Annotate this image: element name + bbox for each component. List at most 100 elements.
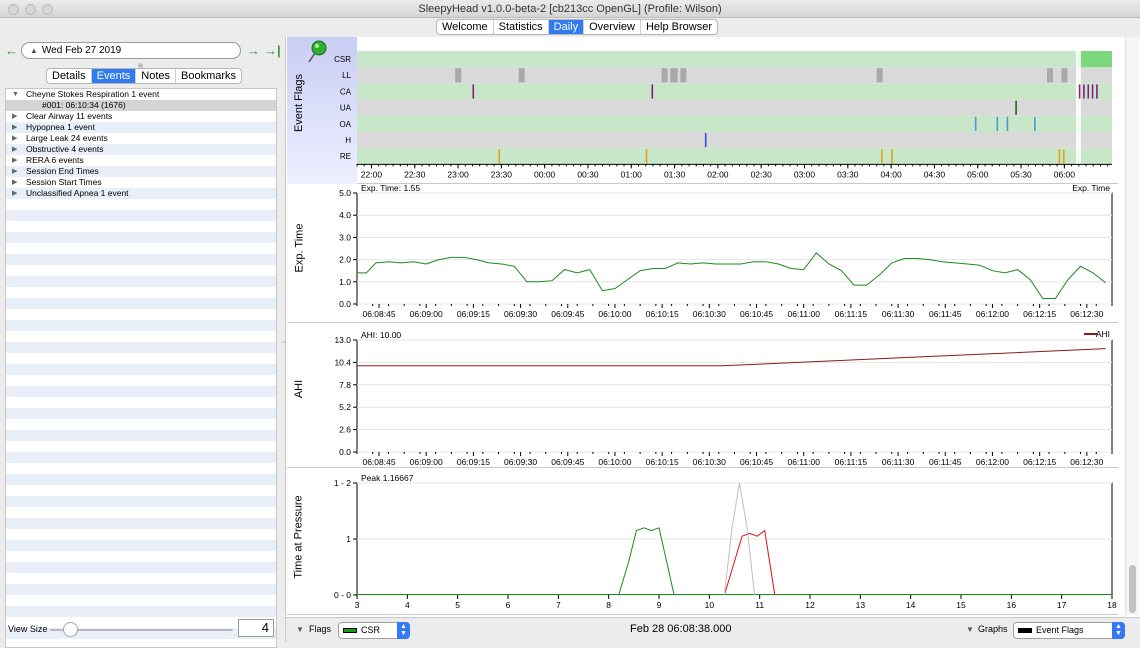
flags-combo[interactable]: CSR ▲ ▼ xyxy=(338,622,410,639)
flag-row-label: UA xyxy=(340,104,352,113)
list-item[interactable]: ▶ Session End Times xyxy=(6,166,276,177)
tab-daily[interactable]: Daily xyxy=(548,20,585,34)
collapsed-triangle-icon[interactable]: ▶ xyxy=(12,188,17,199)
graphs-label: Graphs xyxy=(978,624,1008,634)
combo-stepper-icon[interactable]: ▲ ▼ xyxy=(397,622,410,639)
x-tick-label: 06:09:00 xyxy=(410,457,443,467)
view-size-value[interactable]: 4 xyxy=(238,619,274,637)
x-tick-label: 06:10:00 xyxy=(598,457,631,467)
x-tick-label: 16 xyxy=(1007,600,1017,610)
flag-event-mark xyxy=(518,68,525,83)
list-item[interactable]: ▼ Cheyne Stokes Respiration 1 event xyxy=(6,89,276,100)
flags-tick-label: 05:00 xyxy=(967,169,989,179)
flags-tick-label: 04:00 xyxy=(880,169,902,179)
collapsed-triangle-icon[interactable]: ▶ xyxy=(12,166,17,177)
flag-row-band xyxy=(357,83,1112,100)
flag-event-mark xyxy=(645,149,648,164)
flag-event-mark xyxy=(881,149,883,164)
flag-event-mark xyxy=(1083,84,1085,99)
list-item[interactable]: ▶ Clear Airway 11 events xyxy=(6,111,276,122)
graphs-combo[interactable]: Event Flags ▲ ▼ xyxy=(1013,622,1125,639)
tab-overview[interactable]: Overview xyxy=(584,20,641,34)
ahi-panel: AHI 13.0 10.4 7.8 5.2 2.6 0.0 06:08:45 06:09:00… xyxy=(287,324,1118,468)
list-item[interactable]: ▶ Obstructive 4 events xyxy=(6,144,276,155)
time-at-pressure-chart[interactable]: 1 - 2 1 0 - 0 3 4 5 6 7 8 9 10 11 12 13 14 15 16 17 18 Peak… xyxy=(287,469,1118,615)
collapsed-triangle-icon[interactable]: ▶ xyxy=(12,111,17,122)
tab-details[interactable]: Details xyxy=(47,69,92,83)
date-picker[interactable]: ▲ Wed Feb 27 2019 xyxy=(21,42,241,59)
tab-bookmarks[interactable]: Bookmarks xyxy=(176,69,241,83)
flag-row-band xyxy=(357,132,1112,149)
left-pane: ← ▲ Wed Feb 27 2019 → →| Details Events N… xyxy=(0,37,285,648)
csr-event-mark xyxy=(1078,51,1112,68)
tab-events[interactable]: Events xyxy=(91,69,137,83)
graphs-disclosure-icon[interactable]: ▼ xyxy=(966,625,974,634)
event-list[interactable]: ▼ Cheyne Stokes Respiration 1 event #001:… xyxy=(5,88,277,648)
view-size-slider-knob[interactable] xyxy=(63,622,78,637)
flags-tick-label: 03:00 xyxy=(794,169,816,179)
list-item[interactable]: ▶ Large Leak 24 events xyxy=(6,133,276,144)
expanded-triangle-icon[interactable]: ▼ xyxy=(12,89,19,100)
collapsed-triangle-icon[interactable]: ▶ xyxy=(12,133,17,144)
tab-help-browser[interactable]: Help Browser xyxy=(641,20,717,34)
x-tick-label: 6 xyxy=(506,600,511,610)
exp-time-chart[interactable]: 5.0 4.0 3.0 2.0 1.0 0.0 06:08:45 06:09:00 06:09:… xyxy=(287,185,1118,323)
x-tick-label: 8 xyxy=(606,600,611,610)
collapsed-triangle-icon[interactable]: ▶ xyxy=(12,177,17,188)
series-line xyxy=(723,530,776,596)
y-tick-label: 2.6 xyxy=(339,425,351,435)
y-tick-label: 1 xyxy=(346,534,351,544)
bottom-bar: ▼ Flags CSR ▲ ▼ Feb 28 06:08:38.000 ▼ Gra… xyxy=(286,617,1140,642)
x-tick-label: 4 xyxy=(405,600,410,610)
x-tick-label: 06:10:00 xyxy=(598,309,631,319)
close-window-button[interactable] xyxy=(8,4,19,15)
tab-notes[interactable]: Notes xyxy=(136,69,177,83)
event-flags-chart[interactable]: CSR LL CA UA OA H RE 22:00 22:30 23:00 23:30 00:00 0… xyxy=(287,37,1118,184)
x-tick-label: 06:09:15 xyxy=(457,309,490,319)
tab-welcome[interactable]: Welcome xyxy=(437,20,494,34)
calendar-toggle-icon[interactable]: ▲ xyxy=(30,46,38,55)
y-tick-label: 0.0 xyxy=(339,447,351,457)
arrow-to-end-icon[interactable]: →| xyxy=(264,43,281,58)
x-tick-label: 06:10:45 xyxy=(740,457,773,467)
chart-note: Exp. Time: 1.55 xyxy=(361,185,420,193)
flag-row-label: H xyxy=(345,136,351,145)
arrow-right-icon[interactable]: → xyxy=(247,43,260,58)
x-tick-label: 06:10:15 xyxy=(646,309,679,319)
list-item[interactable]: ▶ Session Start Times xyxy=(6,177,276,188)
flag-event-mark xyxy=(1061,68,1068,83)
y-tick-label: 0.0 xyxy=(339,299,351,309)
flag-event-mark xyxy=(455,68,462,83)
flags-disclosure-icon[interactable]: ▼ xyxy=(296,625,304,634)
scrollbar-thumb[interactable] xyxy=(1129,565,1136,613)
flag-event-mark xyxy=(1091,84,1094,99)
x-tick-label: 06:12:00 xyxy=(976,309,1009,319)
y-tick-label: 5.2 xyxy=(339,402,351,412)
collapsed-triangle-icon[interactable]: ▶ xyxy=(12,144,17,155)
x-tick-label: 06:09:15 xyxy=(457,457,490,467)
combo-stepper-icon[interactable]: ▲ ▼ xyxy=(1112,622,1125,639)
collapsed-triangle-icon[interactable]: ▶ xyxy=(12,122,17,133)
flag-event-mark xyxy=(651,84,654,99)
zoom-window-button[interactable] xyxy=(42,4,53,15)
tab-statistics[interactable]: Statistics xyxy=(494,20,549,34)
x-tick-label: 06:11:00 xyxy=(787,309,820,319)
list-item[interactable]: ▶ Hypopnea 1 event xyxy=(6,122,276,133)
minimize-window-button[interactable] xyxy=(25,4,36,15)
flag-event-mark xyxy=(1034,116,1036,131)
ahi-chart[interactable]: 13.0 10.4 7.8 5.2 2.6 0.0 06:08:45 06:09:00 06:0… xyxy=(287,324,1118,468)
x-tick-label: 3 xyxy=(355,600,360,610)
list-item[interactable]: ▶ Unclassified Apnea 1 event xyxy=(6,188,276,199)
flag-event-mark xyxy=(1087,84,1090,99)
splitter-handle[interactable]: ⇔ xyxy=(280,337,288,346)
view-size-label: View Size xyxy=(8,624,48,634)
flag-row-label: CA xyxy=(340,87,352,96)
arrow-left-icon[interactable]: ← xyxy=(5,43,18,58)
collapsed-triangle-icon[interactable]: ▶ xyxy=(12,155,17,166)
graph-scrollbar[interactable] xyxy=(1125,37,1139,615)
list-item[interactable]: #001: 06:10:34 (1676) xyxy=(6,100,276,111)
left-tabs: Details Events Notes Bookmarks xyxy=(46,68,243,84)
x-tick-label: 9 xyxy=(657,600,662,610)
list-item[interactable]: ▶ RERA 6 events xyxy=(6,155,276,166)
y-tick-label: 10.4 xyxy=(334,357,351,367)
